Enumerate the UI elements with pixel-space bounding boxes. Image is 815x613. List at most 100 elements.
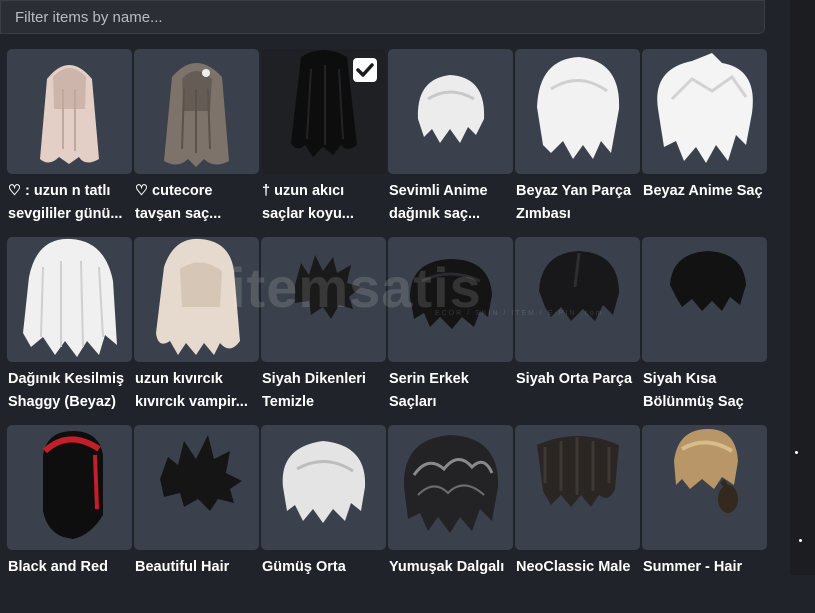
item-thumbnail[interactable] [261,237,386,362]
item-thumbnail[interactable] [7,237,132,362]
hair-preview-icon [40,65,99,164]
hair-preview-icon [539,251,619,321]
item-name-line1: Black and Red [8,559,108,575]
hair-preview-icon [282,441,366,523]
checkmark-icon[interactable] [353,58,377,82]
item-name: Summer - Hair [643,556,769,579]
item-name-line1: uzun kıvırcık [135,371,223,387]
hair-preview-icon [160,435,242,511]
item-name-line1: Serin Erkek [389,371,469,387]
item-name-line1: NeoClassic Male [516,559,631,575]
hair-preview-icon [42,431,103,539]
hair-preview-icon [537,436,619,507]
item-thumbnail[interactable] [134,49,259,174]
item-thumbnail[interactable] [134,237,259,362]
item-name-line1: Beyaz Yan Parça [516,183,632,199]
item-name-line2: Temizle [262,394,315,410]
item-card[interactable]: Beyaz Anime Saç [641,49,768,237]
item-card[interactable]: Siyah Kısa Bölünmüş Saç [641,237,768,425]
item-name-line2: dağınık saç... [389,206,481,222]
item-card[interactable]: ♡ cutecore tavşan saç... [133,49,260,237]
item-card[interactable]: Beyaz Yan Parça Zımbası [514,49,641,237]
hair-preview-icon [403,435,499,533]
hair-preview-icon [670,251,746,311]
item-card[interactable]: Gümüş Orta [260,425,387,613]
hair-preview-icon [156,238,240,355]
item-name-line1: Summer - Hair [643,559,743,575]
item-name: † uzun akıcı saçlar koyu... [262,180,388,226]
item-name: ♡ : uzun n tatlı sevgililer günü... [8,180,134,226]
item-name-line2: tavşan saç... [135,206,222,222]
item-name-line1: ♡ : uzun n tatlı [8,183,111,199]
item-thumbnail[interactable] [388,49,513,174]
item-name-line1: Sevimli Anime [389,183,488,199]
item-name-line1: ♡ cutecore [135,183,213,199]
item-name-line1: Siyah Dikenleri [262,371,366,387]
item-thumbnail[interactable] [642,49,767,174]
item-name: Serin Erkek Saçları [389,368,515,414]
item-name-line2: sevgililer günü... [8,206,123,222]
item-card[interactable]: Dağınık Kesilmiş Shaggy (Beyaz) [6,237,133,425]
item-thumbnail[interactable] [642,425,767,550]
hair-preview-icon [657,53,753,163]
item-thumbnail[interactable] [7,49,132,174]
item-name-line1: † uzun akıcı [262,183,345,199]
item-name-line2: Bölünmüş Saç [643,394,744,410]
hair-preview-icon [410,259,492,329]
item-card[interactable]: Summer - Hair [641,425,768,613]
item-thumbnail[interactable] [388,237,513,362]
search-input[interactable] [1,1,764,33]
item-thumbnail[interactable] [515,49,640,174]
search-field[interactable] [0,0,765,34]
item-name: Beautiful Hair [135,556,261,579]
hair-preview-icon [23,238,117,357]
item-name: uzun kıvırcık kıvırcık vampir... [135,368,261,414]
item-card[interactable]: Siyah Orta Parça [514,237,641,425]
item-name: Gümüş Orta [262,556,388,579]
decorative-dot [795,451,798,454]
hair-preview-icon [164,63,229,167]
item-name: Beyaz Anime Saç [643,180,769,203]
item-card[interactable]: NeoClassic Male [514,425,641,613]
item-card[interactable]: Sevimli Anime dağınık saç... [387,49,514,237]
decorative-dot [799,539,802,542]
item-name: ♡ cutecore tavşan saç... [135,180,261,226]
item-thumbnail[interactable] [388,425,513,550]
item-name-line1: Beautiful Hair [135,559,230,575]
item-card[interactable]: † uzun akıcı saçlar koyu... [260,49,387,237]
item-name: Yumuşak Dalgalı [389,556,515,579]
item-card[interactable]: Black and Red [6,425,133,613]
hair-preview-icon [295,255,361,319]
item-card[interactable]: Beautiful Hair [133,425,260,613]
item-grid: ♡ : uzun n tatlı sevgililer günü... ♡ cut… [6,49,768,613]
item-name-line1: Beyaz Anime Saç [643,183,763,199]
scroll-track[interactable] [790,0,815,575]
item-card[interactable]: ♡ : uzun n tatlı sevgililer günü... [6,49,133,237]
item-card[interactable]: Yumuşak Dalgalı [387,425,514,613]
item-name-line1: Siyah Kısa [643,371,717,387]
item-name-line2: saçlar koyu... [262,206,354,222]
item-name-line1: Dağınık Kesilmiş [8,371,125,387]
item-name: Siyah Orta Parça [516,368,642,391]
item-name-line1: Gümüş Orta [262,559,346,575]
hair-preview-icon [417,75,485,143]
item-name: Beyaz Yan Parça Zımbası [516,180,642,226]
item-thumbnail[interactable] [515,425,640,550]
item-card[interactable]: Serin Erkek Saçları [387,237,514,425]
item-thumbnail[interactable] [642,237,767,362]
item-thumbnail[interactable] [261,425,386,550]
item-name: Siyah Dikenleri Temizle [262,368,388,414]
item-name: Black and Red [8,556,134,579]
item-thumbnail[interactable] [261,49,386,174]
item-name-line2: Zımbası [516,206,571,222]
item-name-line2: Shaggy (Beyaz) [8,394,116,410]
item-name: NeoClassic Male [516,556,642,579]
item-name: Sevimli Anime dağınık saç... [389,180,515,226]
item-name: Siyah Kısa Bölünmüş Saç [643,368,769,414]
item-thumbnail[interactable] [134,425,259,550]
item-name-line2: Saçları [389,394,437,410]
item-thumbnail[interactable] [515,237,640,362]
item-card[interactable]: Siyah Dikenleri Temizle [260,237,387,425]
item-card[interactable]: uzun kıvırcık kıvırcık vampir... [133,237,260,425]
item-thumbnail[interactable] [7,425,132,550]
